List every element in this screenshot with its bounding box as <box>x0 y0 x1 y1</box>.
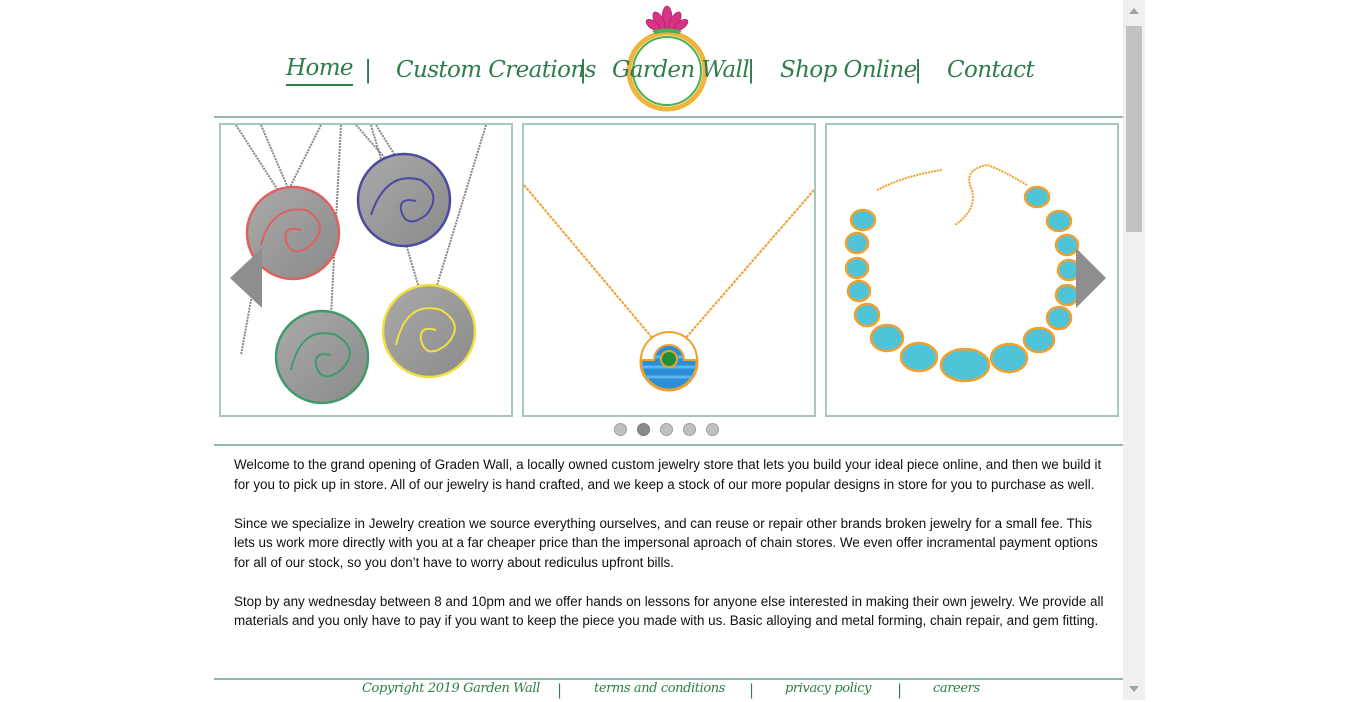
bead-shape <box>844 231 870 255</box>
welcome-content: Welcome to the grand opening of Graden W… <box>234 455 1112 650</box>
nav-separator: | <box>579 56 588 84</box>
lessons-paragraph: Stop by any wednesday between 8 and 10pm… <box>234 593 1104 629</box>
bead-shape <box>1023 185 1051 209</box>
footer-link-careers[interactable]: careers <box>933 681 980 696</box>
slider-dot[interactable] <box>706 423 719 436</box>
bead-shape <box>1045 209 1073 233</box>
bead-shape <box>1054 283 1080 307</box>
footer-link-privacy[interactable]: privacy policy <box>785 681 871 696</box>
slide-1[interactable] <box>219 123 513 417</box>
blue-pendant-necklace-image-icon <box>524 184 814 392</box>
about-paragraph: Since we specialize in Jewelry creation … <box>234 515 1098 570</box>
footer-separator: | <box>749 681 754 699</box>
footer-link-terms[interactable]: terms and conditions <box>594 681 725 696</box>
nav-separator: | <box>364 56 373 84</box>
nav-garden-wall[interactable]: Garden Wall <box>612 52 750 88</box>
bead-shape <box>846 279 872 303</box>
scroll-up-arrow-icon[interactable] <box>1129 8 1139 14</box>
bead-shape <box>849 208 877 232</box>
scroll-down-arrow-icon[interactable] <box>1129 686 1139 692</box>
bead-shape <box>989 342 1029 374</box>
vertical-scrollbar[interactable] <box>1123 0 1145 700</box>
bead-shape <box>1045 305 1073 331</box>
nav-custom-creations[interactable]: Custom Creations <box>396 52 596 88</box>
slider-next-arrow-icon[interactable] <box>1076 248 1106 308</box>
slider-dot[interactable] <box>614 423 627 436</box>
footer-separator: | <box>897 681 902 699</box>
nav-shop-online[interactable]: Shop Online <box>780 52 917 88</box>
nav-home[interactable]: Home <box>286 52 354 86</box>
footer-separator: | <box>557 681 562 699</box>
scrollbar-thumb[interactable] <box>1126 26 1142 232</box>
bead-shape <box>1054 233 1080 257</box>
top-navigation: Home | Custom Creations | Garden Wall | … <box>214 0 1123 118</box>
footer: Copyright 2019 Garden Wall | terms and c… <box>214 678 1123 702</box>
nav-contact[interactable]: Contact <box>947 52 1035 88</box>
nav-separator: | <box>747 56 756 84</box>
copyright-text: Copyright 2019 Garden Wall <box>362 681 540 696</box>
image-slider <box>214 118 1123 446</box>
slider-dot[interactable] <box>660 423 673 436</box>
bead-shape <box>939 347 991 383</box>
slider-dot[interactable] <box>637 423 650 436</box>
slider-prev-arrow-icon[interactable] <box>230 248 262 308</box>
slide-2[interactable] <box>522 123 816 417</box>
slider-dots <box>614 423 719 439</box>
bead-shape <box>899 341 939 373</box>
bead-shape <box>869 323 905 353</box>
bead-shape <box>853 302 881 328</box>
turquoise-bead-necklace-image-icon <box>844 163 1082 383</box>
slide-3[interactable] <box>825 123 1119 417</box>
bead-shape <box>844 256 870 280</box>
spiral-pendants-image-icon <box>235 125 487 405</box>
bead-shape <box>1022 326 1056 354</box>
page: Home | Custom Creations | Garden Wall | … <box>214 0 1123 700</box>
nav-separator: | <box>914 56 923 84</box>
intro-paragraph: Welcome to the grand opening of Graden W… <box>234 457 1102 492</box>
slider-dot[interactable] <box>683 423 696 436</box>
